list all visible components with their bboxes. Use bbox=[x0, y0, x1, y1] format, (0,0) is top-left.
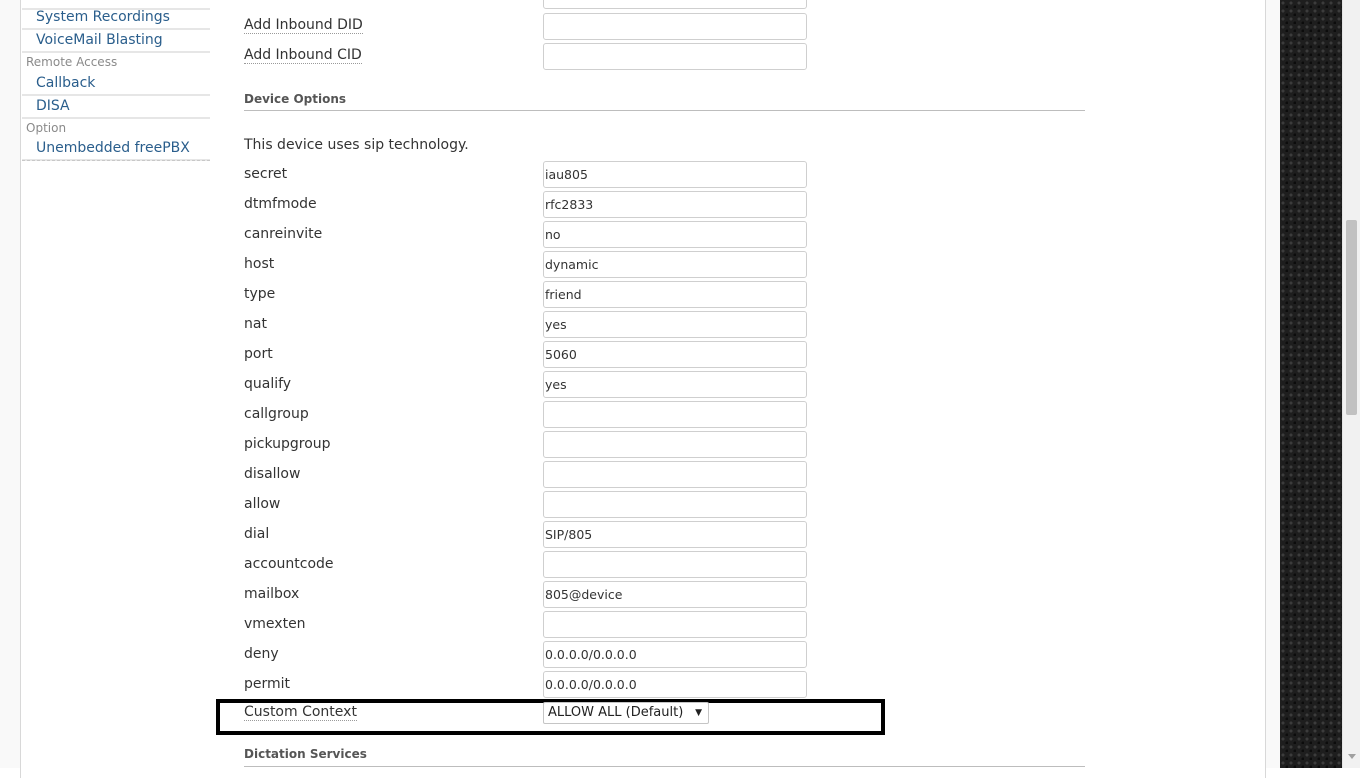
field-input-dtmfmode[interactable]: rfc2833 bbox=[543, 191, 807, 218]
field-label-deny: deny bbox=[244, 646, 279, 662]
add-inbound-did-label: Add Inbound DID bbox=[244, 17, 363, 34]
sidebar-item-disa[interactable]: DISA bbox=[22, 97, 210, 119]
sidebar-item-system-recordings[interactable]: System Recordings bbox=[22, 8, 210, 30]
partial-input[interactable] bbox=[543, 0, 807, 9]
field-input-accountcode[interactable] bbox=[543, 551, 807, 578]
field-input-allow[interactable] bbox=[543, 491, 807, 518]
scroll-down-arrow-icon[interactable] bbox=[1348, 754, 1356, 759]
field-label-qualify: qualify bbox=[244, 376, 292, 392]
dictation-services-heading: Dictation Services bbox=[244, 747, 367, 761]
sidebar-item-label: System Recordings bbox=[36, 9, 170, 25]
field-input-disallow[interactable] bbox=[543, 461, 807, 488]
add-inbound-did-input[interactable] bbox=[543, 13, 807, 40]
sidebar-section-remote-access: Remote Access bbox=[26, 55, 118, 69]
field-label-dtmfmode: dtmfmode bbox=[244, 196, 317, 212]
device-options-heading: Device Options bbox=[244, 92, 347, 106]
field-input-type[interactable]: friend bbox=[543, 281, 807, 308]
add-inbound-cid-label: Add Inbound CID bbox=[244, 47, 362, 64]
field-label-callgroup: callgroup bbox=[244, 406, 309, 422]
sidebar-item-voicemail-blasting[interactable]: VoiceMail Blasting bbox=[22, 31, 210, 53]
custom-context-select[interactable]: ALLOW ALL (Default) ▼ bbox=[543, 702, 709, 724]
custom-context-selected: ALLOW ALL (Default) bbox=[548, 705, 684, 720]
field-label-dial: dial bbox=[244, 526, 270, 542]
sidebar-item-label: VoiceMail Blasting bbox=[36, 32, 163, 48]
sidebar-item-callback[interactable]: Callback bbox=[22, 74, 210, 96]
sidebar-item-label: Unembedded freePBX bbox=[36, 140, 190, 156]
sidebar-item-label: Callback bbox=[36, 75, 96, 91]
field-input-nat[interactable]: yes bbox=[543, 311, 807, 338]
dictation-services-divider bbox=[244, 766, 1085, 767]
field-input-host[interactable]: dynamic bbox=[543, 251, 807, 278]
field-input-deny[interactable]: 0.0.0.0/0.0.0.0 bbox=[543, 641, 807, 668]
field-label-allow: allow bbox=[244, 496, 281, 512]
sidebar-item-label: DISA bbox=[36, 98, 70, 114]
field-input-dial[interactable]: SIP/805 bbox=[543, 521, 807, 548]
sidebar-section-option: Option bbox=[26, 121, 67, 135]
device-options-divider bbox=[244, 110, 1085, 111]
field-label-port: port bbox=[244, 346, 273, 362]
field-input-pickupgroup[interactable] bbox=[543, 431, 807, 458]
field-label-secret: secret bbox=[244, 166, 288, 182]
sidebar-item-unembedded-freepbx[interactable]: Unembedded freePBX bbox=[22, 139, 210, 161]
field-input-secret[interactable]: iau805 bbox=[543, 161, 807, 188]
page-scrollbar[interactable] bbox=[1342, 0, 1360, 768]
add-inbound-cid-input[interactable] bbox=[543, 43, 807, 70]
field-input-callgroup[interactable] bbox=[543, 401, 807, 428]
field-label-disallow: disallow bbox=[244, 466, 301, 482]
device-tech-info: This device uses sip technology. bbox=[244, 137, 469, 153]
sidebar-divider bbox=[22, 160, 210, 161]
field-input-mailbox[interactable]: 805@device bbox=[543, 581, 807, 608]
background-texture bbox=[1280, 0, 1342, 768]
field-label-permit: permit bbox=[244, 676, 291, 692]
field-label-host: host bbox=[244, 256, 275, 272]
field-label-pickupgroup: pickupgroup bbox=[244, 436, 331, 452]
field-input-vmexten[interactable] bbox=[543, 611, 807, 638]
field-label-accountcode: accountcode bbox=[244, 556, 334, 572]
field-input-permit[interactable]: 0.0.0.0/0.0.0.0 bbox=[543, 671, 807, 698]
field-label-mailbox: mailbox bbox=[244, 586, 300, 602]
field-label-vmexten: vmexten bbox=[244, 616, 306, 632]
field-label-nat: nat bbox=[244, 316, 267, 332]
chevron-down-icon: ▼ bbox=[695, 708, 702, 718]
field-label-type: type bbox=[244, 286, 276, 302]
field-input-canreinvite[interactable]: no bbox=[543, 221, 807, 248]
field-input-qualify[interactable]: yes bbox=[543, 371, 807, 398]
field-label-canreinvite: canreinvite bbox=[244, 226, 323, 242]
scrollbar-thumb[interactable] bbox=[1346, 220, 1357, 415]
custom-context-label: Custom Context bbox=[244, 704, 357, 721]
field-input-port[interactable]: 5060 bbox=[543, 341, 807, 368]
